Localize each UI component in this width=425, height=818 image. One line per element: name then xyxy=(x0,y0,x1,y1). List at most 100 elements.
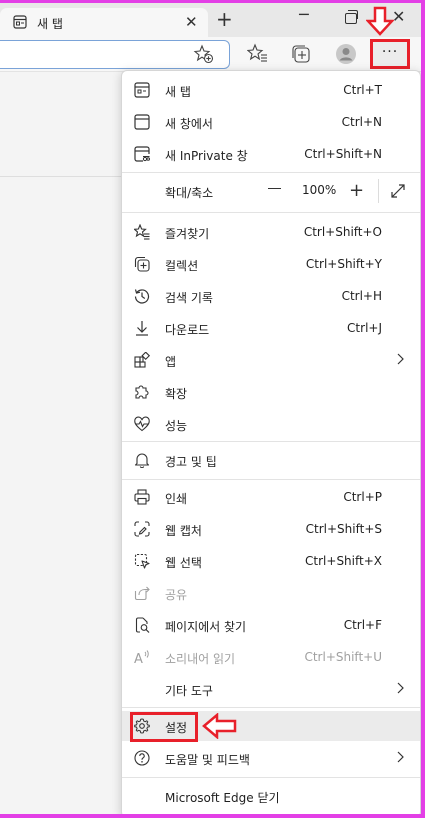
menu-shortcut: Ctrl+T xyxy=(343,83,382,97)
chevron-right-icon xyxy=(397,682,404,694)
menu-item-extensions[interactable]: 확장 xyxy=(122,377,420,407)
minimize-button[interactable]: ─ xyxy=(299,5,309,24)
menu-label: 공유 xyxy=(165,588,188,602)
menu-shortcut: Ctrl+F xyxy=(343,618,382,632)
menu-label: 웹 선택 xyxy=(165,556,202,570)
read-aloud-icon: A xyxy=(134,650,149,665)
apps-icon xyxy=(134,352,150,368)
menu-shortcut: Ctrl+N xyxy=(341,115,382,129)
download-icon xyxy=(136,321,148,336)
fullscreen-icon[interactable] xyxy=(390,183,406,199)
tab-strip: 새 탭 ✕ + ─ ✕ xyxy=(0,3,421,37)
menu-item-close-edge[interactable]: Microsoft Edge 닫기 xyxy=(122,781,420,811)
menu-label: 다운로드 xyxy=(165,323,210,337)
web-capture-icon xyxy=(134,521,150,537)
menu-label: 소리내어 읽기 xyxy=(165,652,236,666)
menu-label: 새 InPrivate 창 xyxy=(165,149,248,163)
svg-text:A: A xyxy=(134,652,143,665)
menu-label: 확장 xyxy=(165,387,188,401)
help-icon xyxy=(134,750,150,766)
zoom-label: 확대/축소 xyxy=(165,186,214,200)
menu-label: 즐겨찾기 xyxy=(165,227,210,241)
menu-item-new-tab[interactable]: 새 탭 Ctrl+T xyxy=(122,75,420,105)
annotation-settings-highlight xyxy=(130,712,198,742)
menu-separator xyxy=(122,441,420,442)
tab-new-tab[interactable]: 새 탭 ✕ xyxy=(0,8,208,37)
menu-item-new-window[interactable]: 새 창에서 Ctrl+N xyxy=(122,107,420,137)
menu-shortcut: Ctrl+J xyxy=(347,321,382,335)
zoom-out-button[interactable] xyxy=(268,188,281,189)
frame-border-bottom xyxy=(0,814,425,818)
menu-item-read-aloud[interactable]: A 소리내어 읽기 Ctrl+Shift+U xyxy=(122,642,420,672)
menu-item-share[interactable]: 공유 xyxy=(122,578,420,608)
share-icon xyxy=(134,586,150,601)
menu-label: 경고 및 팁 xyxy=(165,455,217,469)
annotation-arrow-down xyxy=(366,6,394,36)
menu-shortcut: Ctrl+Shift+N xyxy=(304,147,382,161)
new-tab-icon xyxy=(134,82,150,98)
printer-icon xyxy=(134,489,150,505)
menu-label: 컬렉션 xyxy=(165,259,199,273)
menu-label: 새 창에서 xyxy=(165,117,213,131)
settings-menu: 새 탭 Ctrl+T 새 창에서 Ctrl+N 새 InPrivate 창 Ct… xyxy=(121,70,421,818)
frame-border-top xyxy=(0,0,425,3)
inprivate-icon xyxy=(134,146,150,162)
menu-separator xyxy=(122,172,420,173)
menu-item-more-tools[interactable]: 기타 도구 xyxy=(122,674,420,704)
find-on-page-icon xyxy=(135,617,150,633)
menu-shortcut: Ctrl+Shift+Y xyxy=(305,257,382,271)
menu-shortcut: Ctrl+P xyxy=(343,490,382,504)
menu-item-apps[interactable]: 앱 xyxy=(122,345,420,375)
performance-heart-icon xyxy=(134,416,150,432)
menu-item-web-select[interactable]: 웹 선택 Ctrl+Shift+X xyxy=(122,546,420,576)
tab-close-icon[interactable]: ✕ xyxy=(185,13,198,31)
menu-item-performance[interactable]: 성능 xyxy=(122,409,420,439)
menu-separator xyxy=(122,212,420,213)
add-favorite-icon[interactable] xyxy=(193,43,215,65)
menu-item-new-inprivate[interactable]: 새 InPrivate 창 Ctrl+Shift+N xyxy=(122,139,420,169)
menu-shortcut: Ctrl+Shift+S xyxy=(305,522,382,536)
profile-avatar[interactable] xyxy=(335,43,357,65)
menu-shortcut: Ctrl+Shift+O xyxy=(303,225,382,239)
favorites-icon[interactable] xyxy=(247,43,269,65)
restore-button[interactable] xyxy=(345,10,358,24)
settings-and-more-button[interactable]: ··· xyxy=(370,39,410,69)
menu-item-alerts[interactable]: 경고 및 팁 xyxy=(122,445,420,475)
newtab-page-icon xyxy=(13,15,27,29)
menu-item-print[interactable]: 인쇄 Ctrl+P xyxy=(122,482,420,512)
collections-icon[interactable] xyxy=(290,43,312,65)
page-divider xyxy=(0,176,122,177)
menu-label: 기타 도구 xyxy=(165,684,213,698)
menu-item-help[interactable]: 도움말 및 피드백 xyxy=(122,743,420,773)
frame-border-right xyxy=(421,0,425,818)
menu-label: 성능 xyxy=(165,419,188,433)
zoom-in-button[interactable]: + xyxy=(349,182,364,200)
menu-item-history[interactable]: 검색 기록 Ctrl+H xyxy=(122,281,420,311)
collections-icon xyxy=(134,256,150,272)
chevron-right-icon xyxy=(397,353,404,365)
zoom-divider xyxy=(378,179,379,203)
menu-shortcut: Ctrl+Shift+U xyxy=(304,650,382,664)
address-bar[interactable] xyxy=(0,40,230,69)
menu-item-favorites[interactable]: 즐겨찾기 Ctrl+Shift+O xyxy=(122,217,420,247)
menu-item-collections[interactable]: 컬렉션 Ctrl+Shift+Y xyxy=(122,249,420,279)
menu-item-downloads[interactable]: 다운로드 Ctrl+J xyxy=(122,313,420,343)
menu-label: 페이지에서 찾기 xyxy=(165,620,247,634)
menu-label: 앱 xyxy=(165,355,177,369)
extensions-puzzle-icon xyxy=(135,385,149,399)
favorites-star-icon xyxy=(134,224,150,240)
new-tab-button[interactable]: + xyxy=(216,6,233,32)
menu-separator xyxy=(122,777,420,778)
annotation-arrow-left xyxy=(202,713,237,739)
zoom-value: 100% xyxy=(302,183,337,197)
chevron-right-icon xyxy=(397,751,404,763)
history-icon xyxy=(134,289,150,304)
close-window-button[interactable]: ✕ xyxy=(392,6,405,28)
bell-icon xyxy=(134,453,150,468)
menu-item-web-capture[interactable]: 웹 캡처 Ctrl+Shift+S xyxy=(122,514,420,544)
menu-item-find-on-page[interactable]: 페이지에서 찾기 Ctrl+F xyxy=(122,610,420,640)
menu-label: 검색 기록 xyxy=(165,291,213,305)
menu-item-zoom: 확대/축소 100% + xyxy=(122,176,420,206)
menu-separator xyxy=(122,479,420,480)
tab-title: 새 탭 xyxy=(37,17,63,31)
